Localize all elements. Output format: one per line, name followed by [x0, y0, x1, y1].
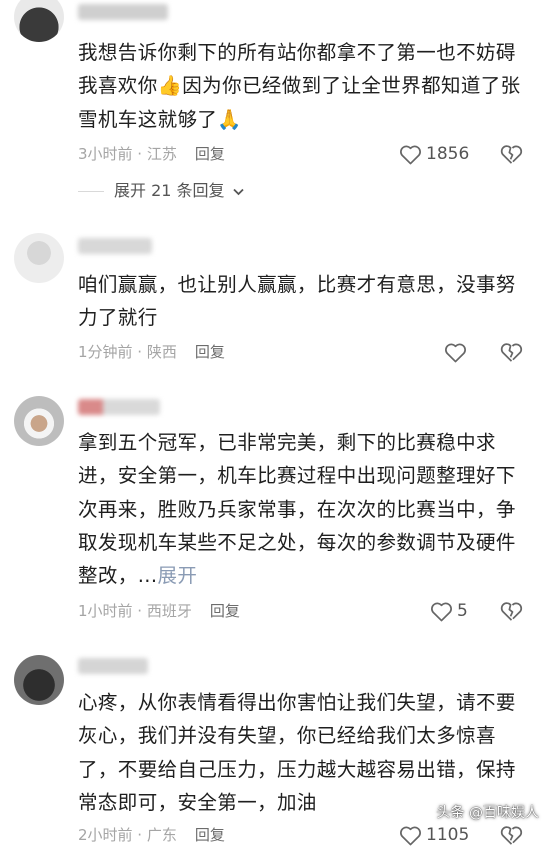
comment-meta: 1分钟前 · 陕西 回复 — [78, 341, 225, 363]
time-location: 2小时前 · 广东 — [78, 826, 177, 844]
broken-heart-icon[interactable] — [500, 143, 523, 166]
heart-outline-icon[interactable] — [399, 144, 422, 165]
reply-button[interactable]: 回复 — [210, 602, 240, 620]
username-blurred[interactable] — [78, 658, 148, 674]
comment-text: 咱们赢赢，也让别人赢赢，比赛才有意思，没事努力了就行 — [78, 273, 516, 330]
comment-text: 心疼，从你表情看得出你害怕让我们失望，请不要灰心，我们并没有失望，你已经给我们太… — [78, 691, 516, 814]
comment-meta: 1小时前 · 西班牙 回复 — [78, 600, 240, 622]
replies-divider — [78, 191, 104, 192]
reply-button[interactable]: 回复 — [195, 343, 225, 361]
broken-heart-icon[interactable] — [500, 600, 523, 623]
username-blurred[interactable] — [78, 399, 160, 415]
username-blurred[interactable] — [78, 4, 168, 20]
watermark: 头条 @百味娱人 — [436, 805, 539, 821]
broken-heart-icon[interactable] — [500, 824, 523, 847]
time-location: 1小时前 · 西班牙 — [78, 602, 192, 620]
reply-button[interactable]: 回复 — [195, 826, 225, 844]
time-location: 3小时前 · 江苏 — [78, 145, 177, 163]
heart-outline-icon[interactable] — [430, 601, 453, 622]
avatar[interactable] — [14, 233, 64, 283]
username-blurred[interactable] — [78, 238, 152, 254]
comment-text: 我想告诉你剩下的所有站你都拿不了第一也不妨碍我喜欢你👍因为你已经做到了让全世界都… — [78, 41, 521, 131]
heart-outline-icon[interactable] — [399, 825, 422, 846]
like-count: 1105 — [426, 825, 470, 845]
expand-replies-label: 展开 21 条回复 — [114, 181, 225, 200]
avatar[interactable] — [14, 0, 64, 42]
broken-heart-icon[interactable] — [500, 341, 523, 364]
reply-button[interactable]: 回复 — [195, 145, 225, 163]
like-count: 1856 — [426, 144, 470, 164]
like-count: 5 — [457, 601, 468, 621]
comment-text-content: 拿到五个冠军，已非常完美，剩下的比赛稳中求进，安全第一，机车比赛过程中出现问题整… — [78, 431, 516, 588]
heart-outline-icon[interactable] — [444, 342, 467, 363]
comment-meta: 3小时前 · 江苏 回复 — [78, 143, 225, 165]
chevron-down-icon — [233, 188, 244, 195]
comment-meta: 2小时前 · 广东 回复 — [78, 824, 225, 846]
avatar[interactable] — [14, 396, 64, 446]
expand-text-button[interactable]: 展开 — [158, 564, 198, 587]
expand-replies-button[interactable]: 展开 21 条回复 — [114, 180, 244, 202]
comment-text: 拿到五个冠军，已非常完美，剩下的比赛稳中求进，安全第一，机车比赛过程中出现问题整… — [78, 426, 526, 592]
avatar[interactable] — [14, 655, 64, 705]
time-location: 1分钟前 · 陕西 — [78, 343, 177, 361]
